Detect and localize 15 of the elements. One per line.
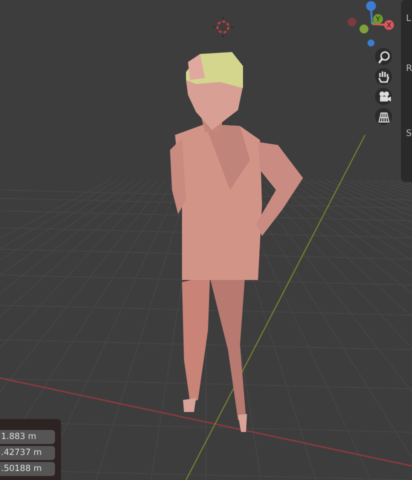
dimension-field[interactable]: .50188 m xyxy=(0,462,55,476)
zoom-icon xyxy=(378,50,390,64)
dimension-field[interactable]: 1.883 m xyxy=(0,430,55,444)
pan-view-button[interactable] xyxy=(375,68,392,85)
camera-icon xyxy=(379,91,390,101)
camera-view-button[interactable] xyxy=(375,88,392,105)
grid-icon xyxy=(378,112,389,122)
3d-cursor-icon xyxy=(212,16,234,38)
panel-label: R xyxy=(406,64,412,74)
grid-view-button[interactable] xyxy=(375,108,392,125)
panel-label: S xyxy=(406,129,412,139)
dimension-field[interactable]: .42737 m xyxy=(0,446,55,460)
zoom-view-button[interactable] xyxy=(375,48,392,65)
hand-icon xyxy=(378,70,389,82)
panel-label: L xyxy=(406,14,412,24)
